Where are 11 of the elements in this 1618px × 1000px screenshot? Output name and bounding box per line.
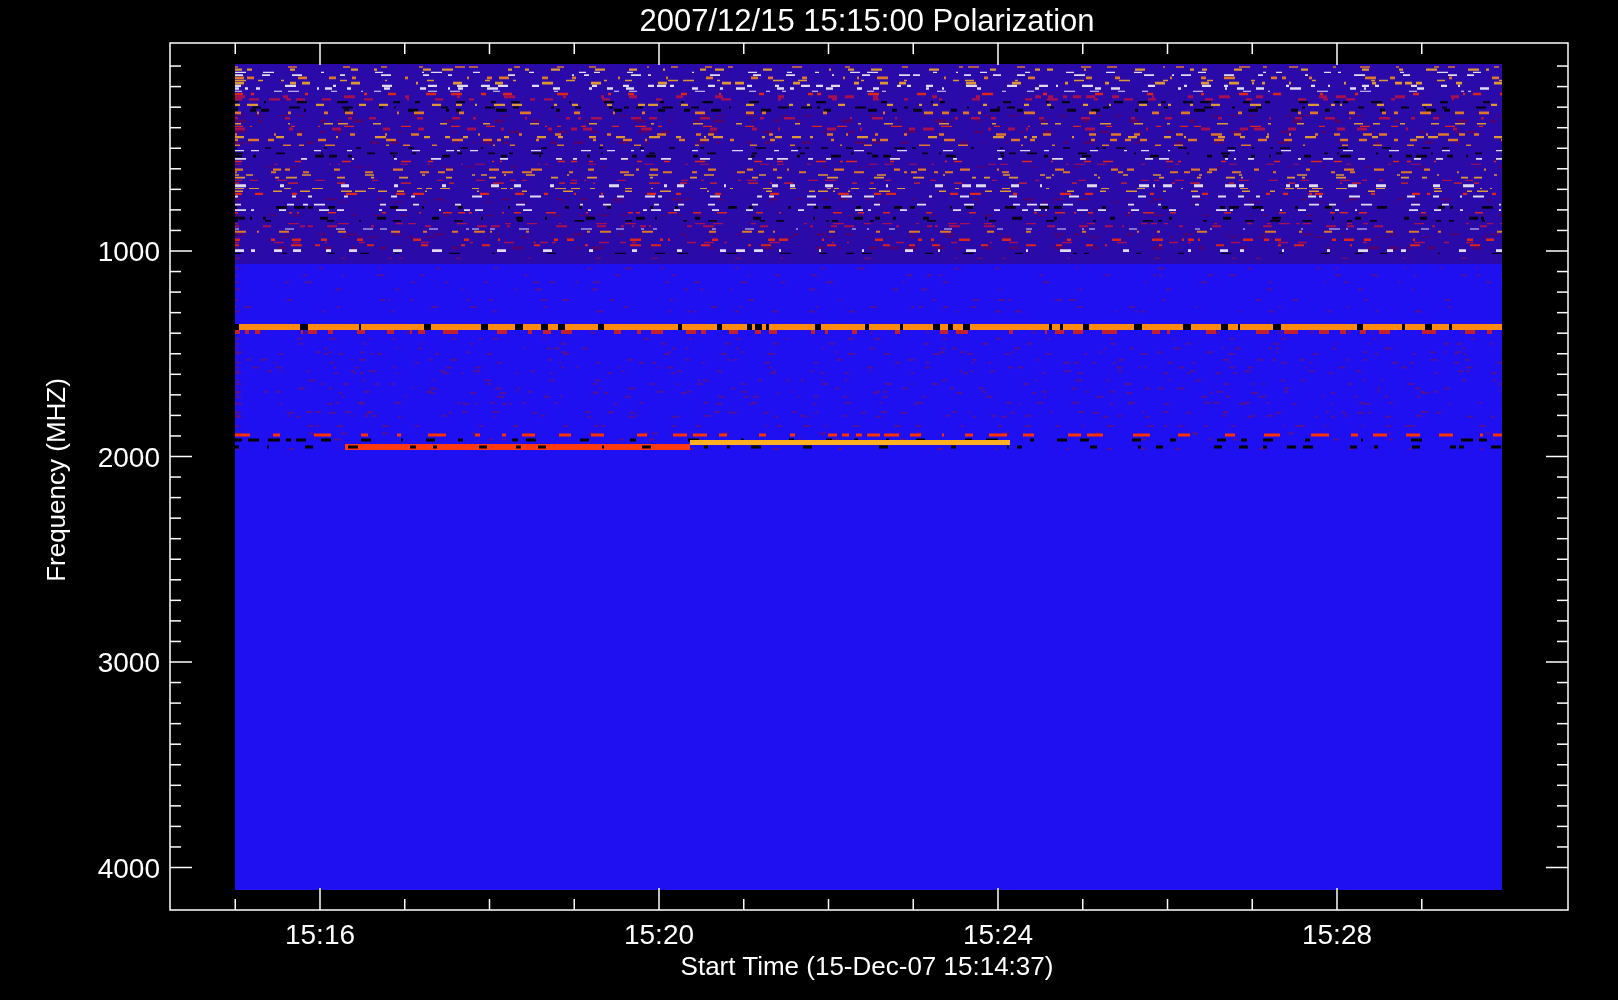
- y-tick-label: 2000: [97, 441, 160, 473]
- x-tick-label: 15:16: [284, 919, 356, 950]
- y-axis-label: Frequency (MHZ): [41, 378, 71, 582]
- x-tick-label: 15:20: [623, 919, 695, 950]
- y-tick-label: 3000: [97, 647, 160, 678]
- y-tick-label: 1000: [97, 236, 160, 267]
- x-tick-label: 15:24: [962, 919, 1034, 950]
- x-axis-label: Start Time (15-Dec-07 15:14:37): [680, 951, 1054, 981]
- y-tick-label: 4000: [97, 852, 160, 884]
- chart-title: 2007/12/15 15:15:00 Polarization: [639, 3, 1095, 38]
- x-tick-label: 15:28: [1301, 919, 1373, 950]
